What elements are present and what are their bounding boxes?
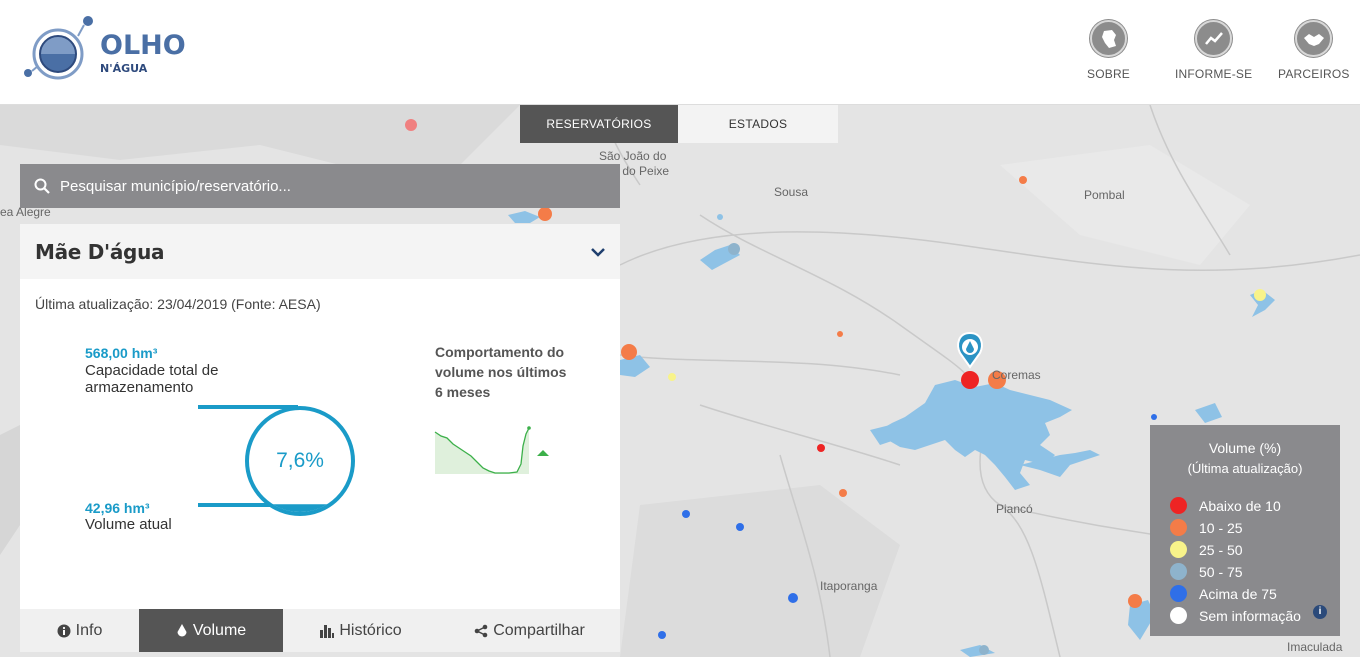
reservoir-panel: Mãe D'água Última atualização: 23/04/201… xyxy=(20,224,620,652)
tab-historico[interactable]: Histórico xyxy=(283,609,439,652)
logo-icon xyxy=(24,16,93,80)
last-update: Última atualização: 23/04/2019 (Fonte: A… xyxy=(35,296,321,312)
map-label: São João do xyxy=(599,149,667,163)
tab-label: Histórico xyxy=(339,621,402,639)
tab-estados[interactable]: ESTADOS xyxy=(678,105,838,143)
trend-sparkline xyxy=(434,426,549,474)
drop-icon xyxy=(177,624,187,637)
legend-dot xyxy=(1170,519,1187,536)
legend-label: 50 - 75 xyxy=(1199,563,1243,580)
legend-label: 10 - 25 xyxy=(1199,519,1243,536)
share-icon xyxy=(474,624,488,637)
logo-text: OLHO xyxy=(100,30,186,61)
map-state-icon xyxy=(1090,20,1127,57)
tab-label: Compartilhar xyxy=(493,621,585,639)
trend-title: Comportamento do volume nos últimos 6 me… xyxy=(435,344,567,400)
legend-item: 25 - 50 xyxy=(1170,541,1243,558)
legend-label: Abaixo de 10 xyxy=(1199,497,1281,514)
legend-dot xyxy=(1170,563,1187,580)
capacity-label: Capacidade total de armazenamento xyxy=(85,362,219,396)
nav-label: INFORME-SE xyxy=(1175,67,1253,81)
nav-parceiros[interactable]: PARCEIROS xyxy=(1278,20,1350,81)
legend-item: Acima de 75 xyxy=(1170,585,1277,602)
logo-subtext: N'ÁGUA xyxy=(100,62,148,75)
legend-label: Acima de 75 xyxy=(1199,585,1277,602)
search-bar xyxy=(20,164,620,208)
map-label: Pombal xyxy=(1084,188,1125,202)
nav-label: PARCEIROS xyxy=(1278,67,1350,81)
reservoir-title: Mãe D'água xyxy=(35,239,165,264)
search-icon xyxy=(34,178,50,194)
trend-icon xyxy=(1195,20,1233,57)
tab-volume[interactable]: Volume xyxy=(139,609,283,652)
legend-subtitle: (Última atualização) xyxy=(1187,461,1303,476)
legend-item: Abaixo de 10 xyxy=(1170,497,1281,514)
chevron-down-icon[interactable] xyxy=(591,247,605,257)
nav-informe-se[interactable]: INFORME-SE xyxy=(1175,20,1252,81)
tab-label: Volume xyxy=(192,621,247,639)
legend-dot xyxy=(1170,497,1187,514)
legend-item: 10 - 25 xyxy=(1170,519,1243,536)
tab-info[interactable]: Info xyxy=(20,609,139,652)
panel-tabs: Info Volume Histórico Compartilhar xyxy=(20,609,620,652)
logo[interactable]: OLHO N'ÁGUA xyxy=(22,14,186,84)
legend-item: Sem informação xyxy=(1170,607,1301,624)
bar-chart-icon xyxy=(320,624,335,638)
tab-reservatorios[interactable]: RESERVATÓRIOS xyxy=(520,105,678,143)
handshake-icon xyxy=(1295,20,1333,57)
info-icon xyxy=(57,624,71,637)
legend-dot xyxy=(1170,585,1187,602)
capacity-value: 568,00 hm³ xyxy=(85,345,158,361)
nav-sobre[interactable]: SOBRE xyxy=(1087,20,1130,81)
tab-compartilhar[interactable]: Compartilhar xyxy=(439,609,620,652)
legend-dot xyxy=(1170,541,1187,558)
map-label: Piancó xyxy=(996,502,1033,516)
trend-up-icon xyxy=(537,450,549,456)
map-label: Sousa xyxy=(774,185,809,199)
view-tabs: RESERVATÓRIOS ESTADOS xyxy=(520,105,838,143)
current-volume-value: 42,96 hm³ xyxy=(85,500,150,516)
current-volume-label: Volume atual xyxy=(85,516,172,533)
header: OLHO N'ÁGUA SOBRE INFORME-SE PARCEIROS xyxy=(0,0,1360,105)
legend-dot xyxy=(1170,607,1187,624)
legend-item: 50 - 75 xyxy=(1170,563,1243,580)
search-input[interactable] xyxy=(60,177,600,195)
nav-label: SOBRE xyxy=(1087,67,1131,81)
panel-header[interactable]: Mãe D'água xyxy=(20,224,620,279)
legend-label: 25 - 50 xyxy=(1199,541,1243,558)
info-icon[interactable]: i xyxy=(1313,605,1327,619)
legend-title: Volume (%) xyxy=(1208,440,1282,456)
map-label: Itaporanga xyxy=(820,579,878,593)
legend: Volume (%) (Última atualização) Abaixo d… xyxy=(1150,425,1340,636)
legend-label: Sem informação xyxy=(1199,607,1301,624)
volume-percent: 7,6% xyxy=(276,449,324,472)
tab-label: Info xyxy=(75,621,103,639)
map-label: Coremas xyxy=(992,368,1041,382)
map-label: Imaculada xyxy=(1287,640,1343,654)
